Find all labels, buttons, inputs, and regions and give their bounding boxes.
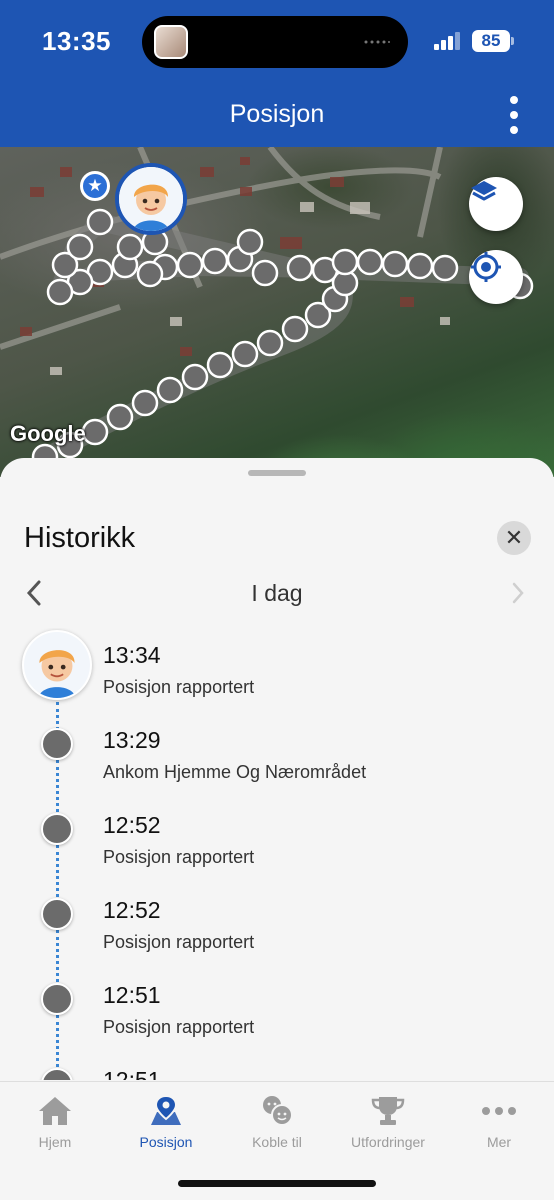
entry-time: 12:52: [103, 812, 161, 838]
timeline-dot: [41, 728, 73, 760]
entry-time: 13:34: [103, 642, 161, 668]
entry-time: 12:51: [103, 982, 161, 1008]
page-title: Posisjon: [229, 100, 325, 128]
nav-label: Koble til: [252, 1134, 302, 1150]
entry-description: Posisjon rapportert: [103, 847, 255, 867]
avatar: [22, 630, 92, 700]
entry-time: 12:51: [103, 1067, 161, 1080]
timeline-dot: [41, 898, 73, 930]
nav-label: Hjem: [38, 1134, 72, 1150]
star-icon[interactable]: ★: [80, 171, 110, 201]
chevron-right-icon[interactable]: [508, 580, 528, 606]
dynamic-island: [142, 16, 408, 68]
chat-faces-icon: [263, 1096, 293, 1126]
nav-item-utfordringer[interactable]: Utfordringer: [333, 1082, 443, 1162]
child-avatar-marker[interactable]: [115, 163, 187, 235]
history-entry[interactable]: 12:52 Posisjon rapportert: [0, 798, 554, 883]
entry-time: 12:52: [103, 897, 161, 923]
cellular-signal-icon: [434, 32, 460, 50]
nav-item-koble-til[interactable]: Koble til: [222, 1082, 332, 1162]
audio-wave-icon: [364, 40, 390, 44]
avatar: [119, 167, 183, 231]
map-pin-icon: [151, 1094, 181, 1125]
nav-label: Utfordringer: [351, 1134, 425, 1150]
status-time: 13:35: [42, 26, 111, 56]
app-header: 13:35 85 Posisjon: [0, 0, 554, 147]
history-title: Historikk: [24, 522, 136, 554]
screen: 13:35 85 Posisjon ★ Google Historikk ✕ I…: [0, 0, 554, 1200]
entry-description: Posisjon rapportert: [103, 677, 255, 697]
history-entry[interactable]: 12:52 Posisjon rapportert: [0, 883, 554, 968]
day-label: I dag: [251, 580, 303, 606]
kebab-menu-icon[interactable]: [502, 96, 526, 134]
nav-item-mer[interactable]: Mer: [444, 1082, 554, 1162]
nav-label: Mer: [486, 1134, 512, 1150]
close-icon[interactable]: ✕: [497, 521, 531, 555]
layers-icon[interactable]: [469, 177, 523, 231]
home-icon: [39, 1097, 71, 1125]
entry-description: Posisjon rapportert: [103, 1017, 255, 1037]
nav-item-posisjon[interactable]: Posisjon: [111, 1082, 221, 1162]
my-location-icon[interactable]: [469, 250, 523, 304]
battery-indicator: 85: [472, 30, 514, 52]
timeline-dot: [41, 1068, 73, 1080]
history-entry[interactable]: 13:34 Posisjon rapportert: [0, 628, 554, 713]
now-playing-thumbnail: [154, 25, 188, 59]
nav-label: Posisjon: [139, 1134, 193, 1150]
nav-item-hjem[interactable]: Hjem: [0, 1082, 110, 1162]
map-view[interactable]: ★ Google: [0, 147, 554, 477]
map-attribution: Google: [10, 421, 86, 446]
drag-handle[interactable]: [248, 470, 306, 476]
home-indicator[interactable]: [178, 1180, 376, 1187]
entry-time: 13:29: [103, 727, 161, 753]
trophy-icon: [371, 1097, 405, 1125]
history-entry[interactable]: 13:29 Ankom Hjemme Og Nærområdet: [0, 713, 554, 798]
more-dots-icon: [482, 1107, 516, 1115]
history-timeline: 13:34 Posisjon rapportert 13:29 Ankom Hj…: [0, 628, 554, 1080]
timeline-dot: [41, 813, 73, 845]
entry-description: Ankom Hjemme Og Nærområdet: [103, 762, 367, 782]
timeline-dot: [41, 983, 73, 1015]
entry-description: Posisjon rapportert: [103, 932, 255, 952]
history-entry[interactable]: 12:51: [0, 1053, 554, 1080]
history-entry[interactable]: 12:51 Posisjon rapportert: [0, 968, 554, 1053]
